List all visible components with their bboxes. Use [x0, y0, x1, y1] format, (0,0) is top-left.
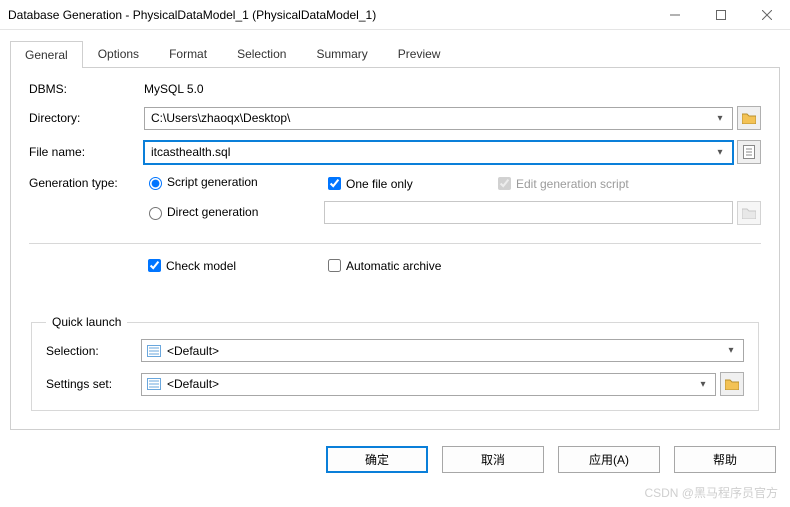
window-controls	[652, 0, 790, 30]
chevron-down-icon[interactable]: ▾	[712, 113, 728, 124]
list-icon	[146, 376, 162, 392]
script-generation-radio[interactable]: Script generation	[144, 174, 258, 190]
list-icon	[146, 343, 162, 359]
ql-settings-combo[interactable]: <Default> ▾	[141, 373, 716, 396]
tab-options[interactable]: Options	[83, 40, 154, 67]
close-button[interactable]	[744, 0, 790, 30]
tab-general[interactable]: General	[10, 41, 83, 68]
folder-icon	[742, 112, 756, 124]
ok-button[interactable]: 确定	[326, 446, 428, 473]
filename-input[interactable]	[149, 144, 712, 160]
direct-generation-input[interactable]	[324, 201, 733, 224]
dialog-footer: 确定 取消 应用(A) 帮助	[0, 440, 790, 473]
ql-settings-browse-button[interactable]	[720, 372, 744, 396]
browse-folder-button[interactable]	[737, 106, 761, 130]
document-icon	[743, 145, 755, 159]
edit-script-check: Edit generation script	[494, 174, 629, 193]
gentype-label: Generation type:	[29, 174, 144, 190]
quick-launch-group: Quick launch Selection: <Default> ▾ Sett…	[31, 315, 759, 411]
filename-label: File name:	[29, 145, 144, 159]
auto-archive-check[interactable]: Automatic archive	[324, 256, 441, 275]
ql-selection-combo[interactable]: <Default> ▾	[141, 339, 744, 362]
directory-combo[interactable]: ▾	[144, 107, 733, 130]
one-file-only-check[interactable]: One file only	[324, 174, 413, 193]
filename-combo[interactable]: ▾	[144, 141, 733, 164]
minimize-button[interactable]	[652, 0, 698, 30]
ql-settings-value: <Default>	[167, 377, 695, 391]
apply-button[interactable]: 应用(A)	[558, 446, 660, 473]
tabs: General Options Format Selection Summary…	[10, 40, 780, 68]
dbms-value: MySQL 5.0	[144, 82, 761, 96]
folder-icon	[725, 378, 739, 390]
maximize-button[interactable]	[698, 0, 744, 30]
chevron-down-icon[interactable]: ▾	[712, 147, 728, 158]
ql-settings-label: Settings set:	[46, 377, 141, 391]
check-model-check[interactable]: Check model	[144, 256, 236, 275]
watermark: CSDN @黑马程序员官方	[644, 484, 778, 501]
ql-selection-label: Selection:	[46, 344, 141, 358]
filename-browse-button[interactable]	[737, 140, 761, 164]
ql-selection-value: <Default>	[167, 344, 723, 358]
window-title: Database Generation - PhysicalDataModel_…	[8, 8, 652, 22]
chevron-down-icon[interactable]: ▾	[695, 379, 711, 390]
tab-selection[interactable]: Selection	[222, 40, 301, 67]
directory-label: Directory:	[29, 111, 144, 125]
quick-launch-legend: Quick launch	[46, 315, 127, 329]
titlebar: Database Generation - PhysicalDataModel_…	[0, 0, 790, 30]
chevron-down-icon[interactable]: ▾	[723, 345, 739, 356]
dbms-label: DBMS:	[29, 82, 144, 96]
general-panel: DBMS: MySQL 5.0 Directory: ▾ File name: …	[10, 68, 780, 430]
divider	[29, 243, 761, 244]
direct-browse-button	[737, 201, 761, 225]
folder-icon	[742, 207, 756, 219]
tab-format[interactable]: Format	[154, 40, 222, 67]
tab-summary[interactable]: Summary	[301, 40, 382, 67]
directory-input[interactable]	[149, 110, 712, 126]
help-button[interactable]: 帮助	[674, 446, 776, 473]
direct-generation-radio[interactable]: Direct generation	[144, 204, 258, 220]
tab-preview[interactable]: Preview	[383, 40, 456, 67]
cancel-button[interactable]: 取消	[442, 446, 544, 473]
